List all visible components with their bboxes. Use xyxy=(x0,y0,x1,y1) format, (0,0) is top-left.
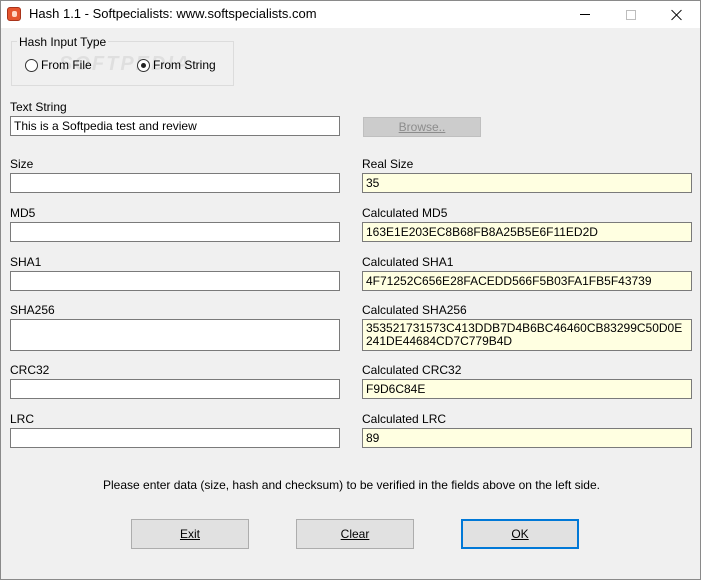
instructions-text: Please enter data (size, hash and checks… xyxy=(103,478,600,492)
maximize-button xyxy=(608,1,654,28)
main-window: Hash 1.1 - Softpecialists: www.softspeci… xyxy=(0,0,701,580)
sha256-label: SHA256 xyxy=(10,303,55,317)
calculated-sha1-label: Calculated SHA1 xyxy=(362,255,454,269)
real-size-output[interactable]: 35 xyxy=(362,173,692,193)
calculated-md5-label: Calculated MD5 xyxy=(362,206,448,220)
exit-button[interactable]: Exit xyxy=(131,519,249,549)
md5-label: MD5 xyxy=(10,206,36,220)
calculated-md5-output[interactable]: 163E1E203EC8B68FB8A25B5E6F11ED2D xyxy=(362,222,692,242)
text-string-label: Text String xyxy=(10,100,67,114)
real-size-label: Real Size xyxy=(362,157,414,171)
lrc-input[interactable] xyxy=(10,428,340,448)
ok-button-label: OK xyxy=(511,527,529,541)
size-input[interactable] xyxy=(10,173,340,193)
sha1-input[interactable] xyxy=(10,271,340,291)
size-label: Size xyxy=(10,157,34,171)
ok-button[interactable]: OK xyxy=(461,519,579,549)
close-button[interactable] xyxy=(654,1,700,28)
close-icon xyxy=(671,9,683,21)
calculated-sha256-output[interactable]: 353521731573C413DDB7D4B6BC46460CB83299C5… xyxy=(362,319,692,351)
clear-button-label: Clear xyxy=(340,527,370,541)
lrc-label: LRC xyxy=(10,412,35,426)
text-string-input[interactable]: This is a Softpedia test and review xyxy=(10,116,340,136)
calculated-sha1-output[interactable]: 4F71252C656E28FACEDD566F5B03FA1FB5F43739 xyxy=(362,271,692,291)
radio-from-string-label: From String xyxy=(153,58,216,72)
title-bar[interactable]: Hash 1.1 - Softpecialists: www.softspeci… xyxy=(1,1,700,28)
sha1-label: SHA1 xyxy=(10,255,42,269)
radio-from-file-indicator[interactable] xyxy=(25,58,38,72)
calculated-lrc-label: Calculated LRC xyxy=(362,412,447,426)
radio-from-file[interactable]: From File xyxy=(25,58,92,72)
clear-button[interactable]: Clear xyxy=(296,519,414,549)
md5-input[interactable] xyxy=(10,222,340,242)
window-title: Hash 1.1 - Softpecialists: www.softspeci… xyxy=(29,6,317,21)
crc32-input[interactable] xyxy=(10,379,340,399)
radio-from-string-indicator[interactable] xyxy=(137,58,150,72)
hash-input-type-legend: Hash Input Type xyxy=(17,35,109,49)
app-icon xyxy=(7,7,21,21)
maximize-icon xyxy=(626,9,636,20)
calculated-lrc-output[interactable]: 89 xyxy=(362,428,692,448)
crc32-label: CRC32 xyxy=(10,363,50,377)
minimize-button[interactable] xyxy=(562,1,608,28)
calculated-sha256-label: Calculated SHA256 xyxy=(362,303,467,317)
browse-button: Browse.. xyxy=(363,117,481,137)
radio-from-file-label: From File xyxy=(41,58,92,72)
minimize-icon xyxy=(580,14,590,15)
sha256-input[interactable] xyxy=(10,319,340,351)
exit-button-label: Exit xyxy=(179,527,200,541)
radio-from-string[interactable]: From String xyxy=(137,58,216,72)
calculated-crc32-label: Calculated CRC32 xyxy=(362,363,462,377)
calculated-crc32-output[interactable]: F9D6C84E xyxy=(362,379,692,399)
